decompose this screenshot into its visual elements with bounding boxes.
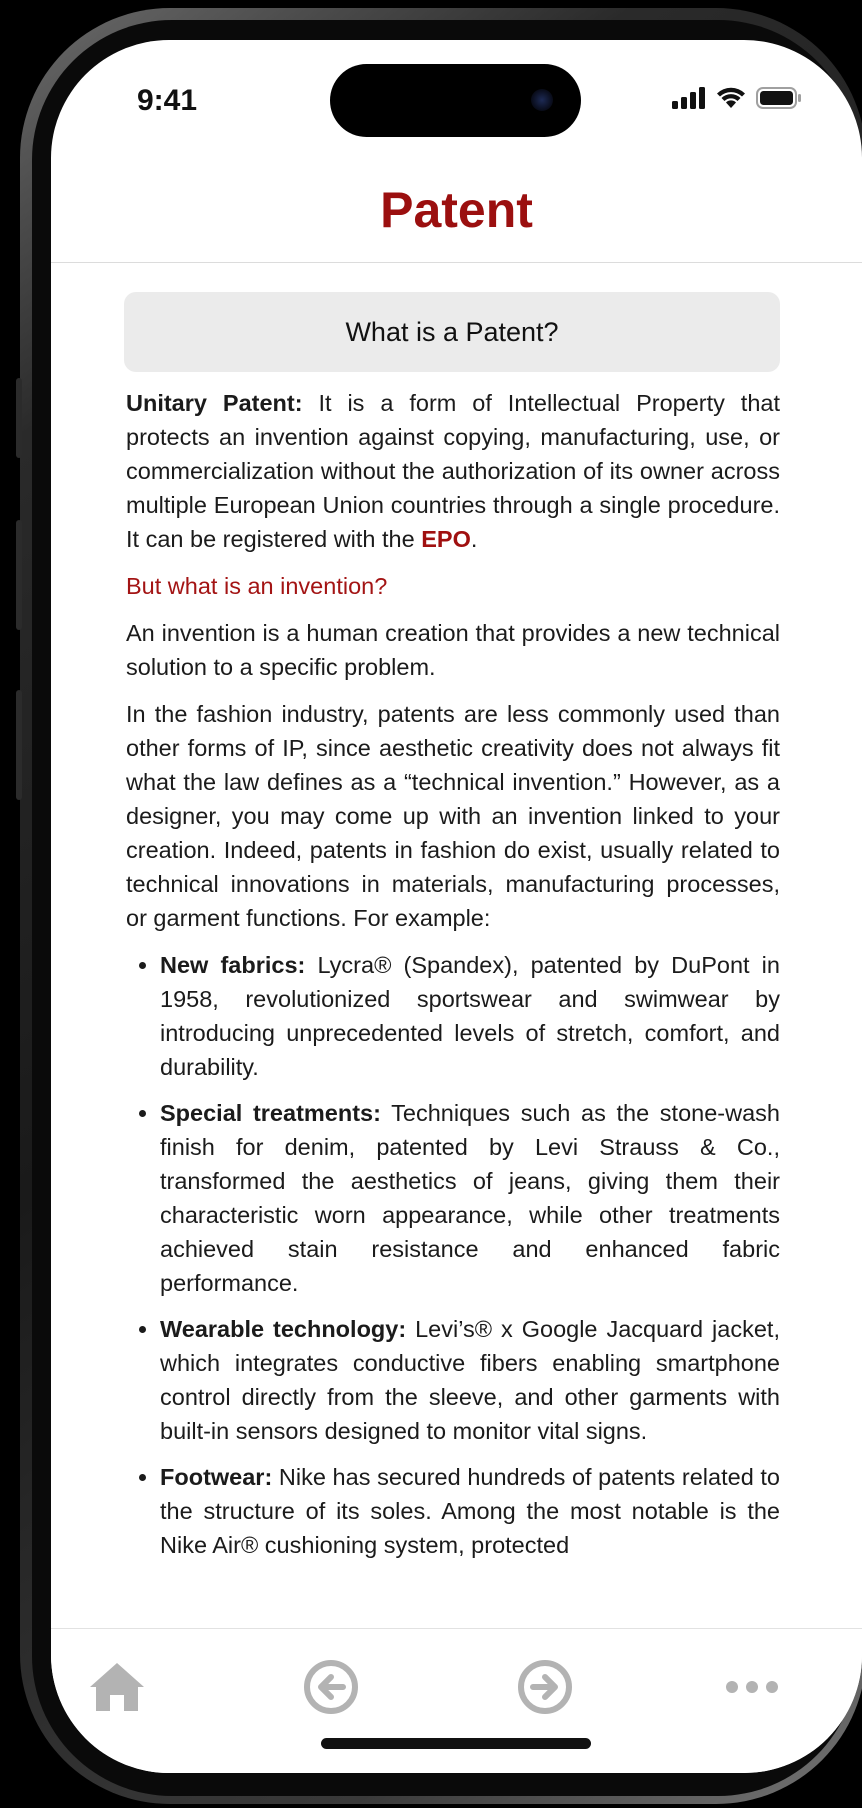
app-screen: 9:41 Patent What is a Patent? Unitary Pa… [51, 40, 862, 1773]
example-term: Footwear: [160, 1464, 273, 1490]
list-item: Special treatments: Techniques such as t… [160, 1096, 780, 1300]
intro-paragraph: Unitary Patent: It is a form of Intellec… [124, 386, 780, 556]
section-heading: What is a Patent? [345, 317, 559, 347]
example-term: Special treatments: [160, 1100, 381, 1126]
status-icons [672, 87, 802, 109]
forward-button[interactable] [513, 1655, 577, 1719]
forward-arrow-icon [518, 1660, 572, 1714]
example-text: Techniques such as the stone-wash finish… [160, 1100, 780, 1296]
example-term: Wearable technology: [160, 1316, 407, 1342]
examples-list: New fabrics: Lycra® (Spandex), patented … [124, 948, 780, 1562]
list-item: Wearable technology: Levi’s® x Google Ja… [160, 1312, 780, 1448]
home-button[interactable] [85, 1655, 149, 1719]
article-content: What is a Patent? Unitary Patent: It is … [124, 292, 780, 1574]
invention-question: But what is an invention? [126, 573, 388, 599]
home-icon [90, 1663, 144, 1711]
list-item: New fabrics: Lycra® (Spandex), patented … [160, 948, 780, 1084]
app-header: Patent [51, 170, 862, 263]
example-term: New fabrics: [160, 952, 306, 978]
battery-icon [756, 87, 801, 109]
volume-down-button [16, 690, 22, 800]
status-time: 9:41 [137, 84, 198, 117]
action-button [16, 378, 22, 458]
list-item: Footwear: Nike has secured hundreds of p… [160, 1460, 780, 1562]
dynamic-island [330, 64, 581, 137]
epo-link[interactable]: EPO [421, 526, 471, 552]
more-button[interactable] [720, 1655, 784, 1719]
paragraph: In the fashion industry, patents are les… [126, 701, 780, 931]
intro-term: Unitary Patent: [126, 390, 303, 416]
paragraph: An invention is a human creation that pr… [126, 620, 780, 680]
cellular-signal-icon [672, 87, 705, 109]
page-title: Patent [380, 182, 533, 238]
intro-end: . [470, 526, 478, 552]
front-camera-icon [531, 89, 553, 111]
back-arrow-icon [304, 1660, 358, 1714]
bottom-nav [51, 1628, 862, 1773]
section-heading-box: What is a Patent? [124, 292, 780, 372]
back-button[interactable] [299, 1655, 363, 1719]
volume-up-button [16, 520, 22, 630]
wifi-icon [717, 87, 745, 108]
more-icon [726, 1681, 778, 1693]
home-indicator[interactable] [321, 1738, 591, 1749]
